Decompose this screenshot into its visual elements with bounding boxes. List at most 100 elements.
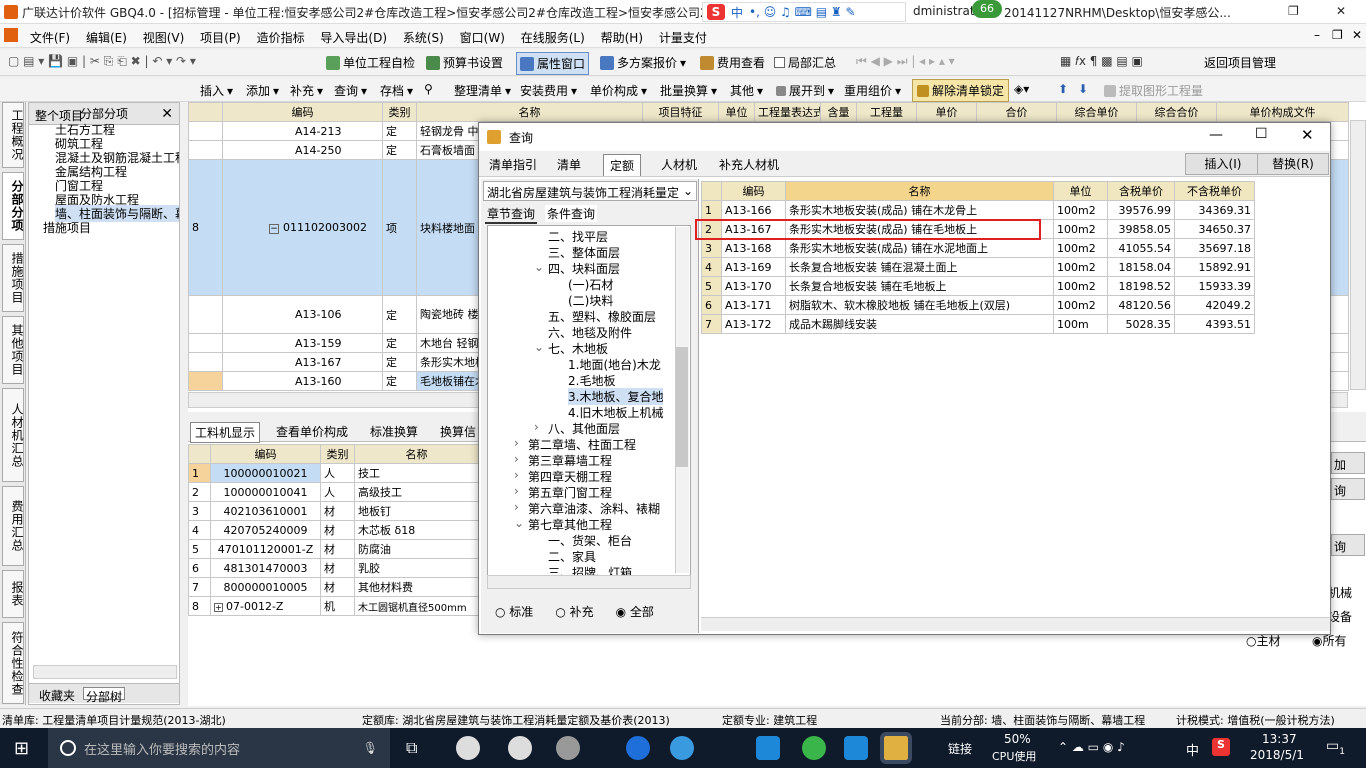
quota-row[interactable]: 1 A13-166 条形实木地板安装(成品) 铺在木龙骨上 100m2 39576.99… (701, 200, 1255, 220)
mdi-minimize-button[interactable]: – (1308, 24, 1326, 48)
right-btn-partial[interactable]: 询 (1331, 478, 1365, 500)
col-header[interactable]: 单价 (916, 102, 977, 122)
fee-view-button[interactable]: 费用查看 (700, 54, 765, 71)
dialog-minimize-button[interactable]: — (1209, 127, 1223, 143)
self-check-button[interactable]: 单位工程自检 (326, 54, 415, 71)
nav-arrows[interactable]: ⏮ ◀ ▶ ⏭ | ◂ ▸ ▴ ▾ (856, 54, 955, 69)
col-header[interactable]: 编码 (210, 444, 321, 464)
tab-division-tree[interactable]: 分部树 (83, 687, 126, 704)
batch-convert-menu[interactable]: 批量换算 ▾ (660, 82, 717, 99)
close-window-button[interactable]: ✕ (1336, 4, 1346, 18)
filter-equipment[interactable]: 设备 (1328, 608, 1352, 625)
glodon-icon[interactable] (756, 736, 780, 760)
col-header[interactable]: 类别 (382, 102, 417, 122)
menu-cost-index[interactable]: 造价指标 (251, 25, 311, 49)
tree-item[interactable]: 措施项目 (43, 219, 91, 236)
tab-fee-summary[interactable]: 费用汇总 (2, 486, 24, 566)
chapter-tree-node[interactable]: 4.旧木地板上机械 (568, 404, 663, 421)
chapter-tree-node[interactable]: 二、找平层 (548, 228, 608, 245)
tab-quota[interactable]: 定额 (603, 154, 642, 176)
multi-scheme-button[interactable]: 多方案报价 ▾ (600, 54, 686, 71)
chapter-tree-node[interactable]: 第六章油漆、涂料、裱糊 (528, 500, 660, 517)
col-header[interactable]: 编码 (222, 102, 383, 122)
binoculars-icon[interactable]: ⚲ (424, 82, 433, 96)
chevron-right-icon[interactable]: › (514, 468, 519, 482)
col-header[interactable]: 单价构成文件 (1216, 102, 1349, 122)
menu-view[interactable]: 视图(V) (137, 25, 191, 49)
tree-scrollbar[interactable] (33, 665, 177, 679)
chevron-right-icon[interactable]: › (534, 420, 539, 434)
chapter-tree-node[interactable]: 第四章天棚工程 (528, 468, 612, 485)
task-view-icon[interactable]: ⧉ (406, 738, 417, 758)
col-header[interactable]: 名称 (785, 181, 1054, 201)
chapter-tree-vscroll[interactable] (675, 227, 689, 573)
right-btn-partial[interactable]: 询 (1331, 534, 1365, 556)
table-row[interactable]: 8 +07-0012-Z 机木工圆锯机直径500mm (188, 596, 479, 616)
notification-icon[interactable]: ▭1 (1326, 738, 1345, 757)
col-header[interactable]: 工程量 (856, 102, 917, 122)
chevron-down-icon[interactable]: ⌄ (514, 516, 524, 530)
tab-compliance-check[interactable]: 符合性检查 (2, 622, 24, 704)
tab-list-guide[interactable]: 清单指引 (483, 154, 543, 176)
chapter-tree-node[interactable]: 1.地面(地台)木龙 (568, 356, 661, 373)
menu-import-export[interactable]: 导入导出(D) (314, 25, 393, 49)
tab-measures[interactable]: 措施项目 (2, 244, 24, 312)
tab-other-items[interactable]: 其他项目 (2, 316, 24, 384)
table-row[interactable]: 3 402103610001 材地板钉 (188, 501, 479, 521)
reuse-price-menu[interactable]: 重用组价 ▾ (844, 82, 901, 99)
organize-list-menu[interactable]: 整理清单 ▾ (454, 82, 511, 99)
add-menu[interactable]: 添加 ▾ (246, 82, 279, 99)
tab-labor-display[interactable]: 工料机显示 (190, 422, 261, 443)
tab-labor-material[interactable]: 人材机汇总 (2, 388, 24, 482)
menu-help[interactable]: 帮助(H) (595, 25, 649, 49)
quota-row[interactable]: 7 A13-172 成品木踢脚线安装 100m 5028.35 4393.51 (701, 314, 1255, 334)
dialog-maximize-button[interactable]: ☐ (1255, 126, 1268, 142)
ime-lang-indicator[interactable]: 中 (731, 4, 743, 21)
chapter-tree-node[interactable]: 八、其他面层 (548, 420, 620, 437)
ime-tray[interactable]: 中 (1186, 740, 1199, 759)
chapter-tree-node[interactable]: 第二章墙、柱面工程 (528, 436, 636, 453)
tab-list[interactable]: 清单 (551, 154, 587, 176)
replace-button[interactable]: 替换(R) (1257, 153, 1329, 175)
edge-icon[interactable] (508, 736, 532, 760)
chevron-right-icon[interactable]: › (514, 500, 519, 514)
radio-supplement[interactable]: ○ 补充 (555, 603, 593, 620)
menu-system[interactable]: 系统(S) (397, 25, 450, 49)
tab-project-overview[interactable]: 工程概况 (2, 102, 24, 168)
menu-file[interactable]: 文件(F) (24, 25, 76, 49)
col-header[interactable]: 项目特征 (642, 102, 719, 122)
color-fill-icon[interactable]: ◈▾ (1014, 82, 1029, 96)
unit-price-menu[interactable]: 单价构成 ▾ (590, 82, 647, 99)
col-header[interactable]: 综合合价 (1136, 102, 1217, 122)
menu-online[interactable]: 在线服务(L) (515, 25, 591, 49)
results-hscroll[interactable] (701, 617, 1330, 631)
tab-sub-items[interactable]: 分部分项 (2, 172, 24, 240)
sogou-tray-icon[interactable]: S (1212, 738, 1230, 756)
quick-icons[interactable]: ▢ ▤ ▾ 💾 ▣ | ✂ ⎘ ⎗ ✖ | ↶ ▾ ↷ ▾ (8, 54, 196, 69)
col-header[interactable]: 名称 (416, 102, 643, 122)
edge-blue-icon[interactable] (626, 736, 650, 760)
col-header[interactable]: 名称 (354, 444, 479, 464)
install-fee-menu[interactable]: 安装费用 ▾ (520, 82, 577, 99)
app-fan-icon[interactable] (456, 736, 480, 760)
col-header[interactable]: 编码 (721, 181, 786, 201)
quota-library-select[interactable]: 湖北省房屋建筑与装饰工程消耗量定 ⌄ (483, 181, 697, 201)
chapter-tree-node[interactable]: 3.木地板、复合地 (568, 388, 664, 405)
app-green-icon[interactable] (802, 736, 826, 760)
tab-labor-material[interactable]: 人材机 (655, 154, 703, 176)
tab-reports[interactable]: 报表 (2, 570, 24, 618)
chapter-tree-node[interactable]: 一、货架、柜台 (548, 532, 632, 549)
quota-row[interactable]: 4 A13-169 长条复合地板安装 铺在混凝土面上 100m2 18158.04 158… (701, 257, 1255, 277)
chapter-tree-node[interactable]: 三、整体面层 (548, 244, 620, 261)
col-header[interactable]: 综合单价 (1056, 102, 1137, 122)
chapter-tree-node[interactable]: 第五章门窗工程 (528, 484, 612, 501)
app-plus-icon[interactable] (844, 736, 868, 760)
quota-row[interactable]: 3 A13-168 条形实木地板安装(成品) 铺在水泥地面上 100m2 41055.5… (701, 238, 1255, 258)
col-header[interactable]: 类别 (320, 444, 355, 464)
mdi-close-button[interactable]: ✕ (1346, 24, 1366, 48)
clock-time[interactable]: 13:37 (1262, 732, 1297, 746)
extract-quantity-button[interactable]: 提取图形工程量 (1104, 82, 1203, 99)
supplement-menu[interactable]: 补充 ▾ (290, 82, 323, 99)
insert-menu[interactable]: 插入 ▾ (200, 82, 233, 99)
table-row[interactable]: 6 481301470003 材乳胶 (188, 558, 479, 578)
